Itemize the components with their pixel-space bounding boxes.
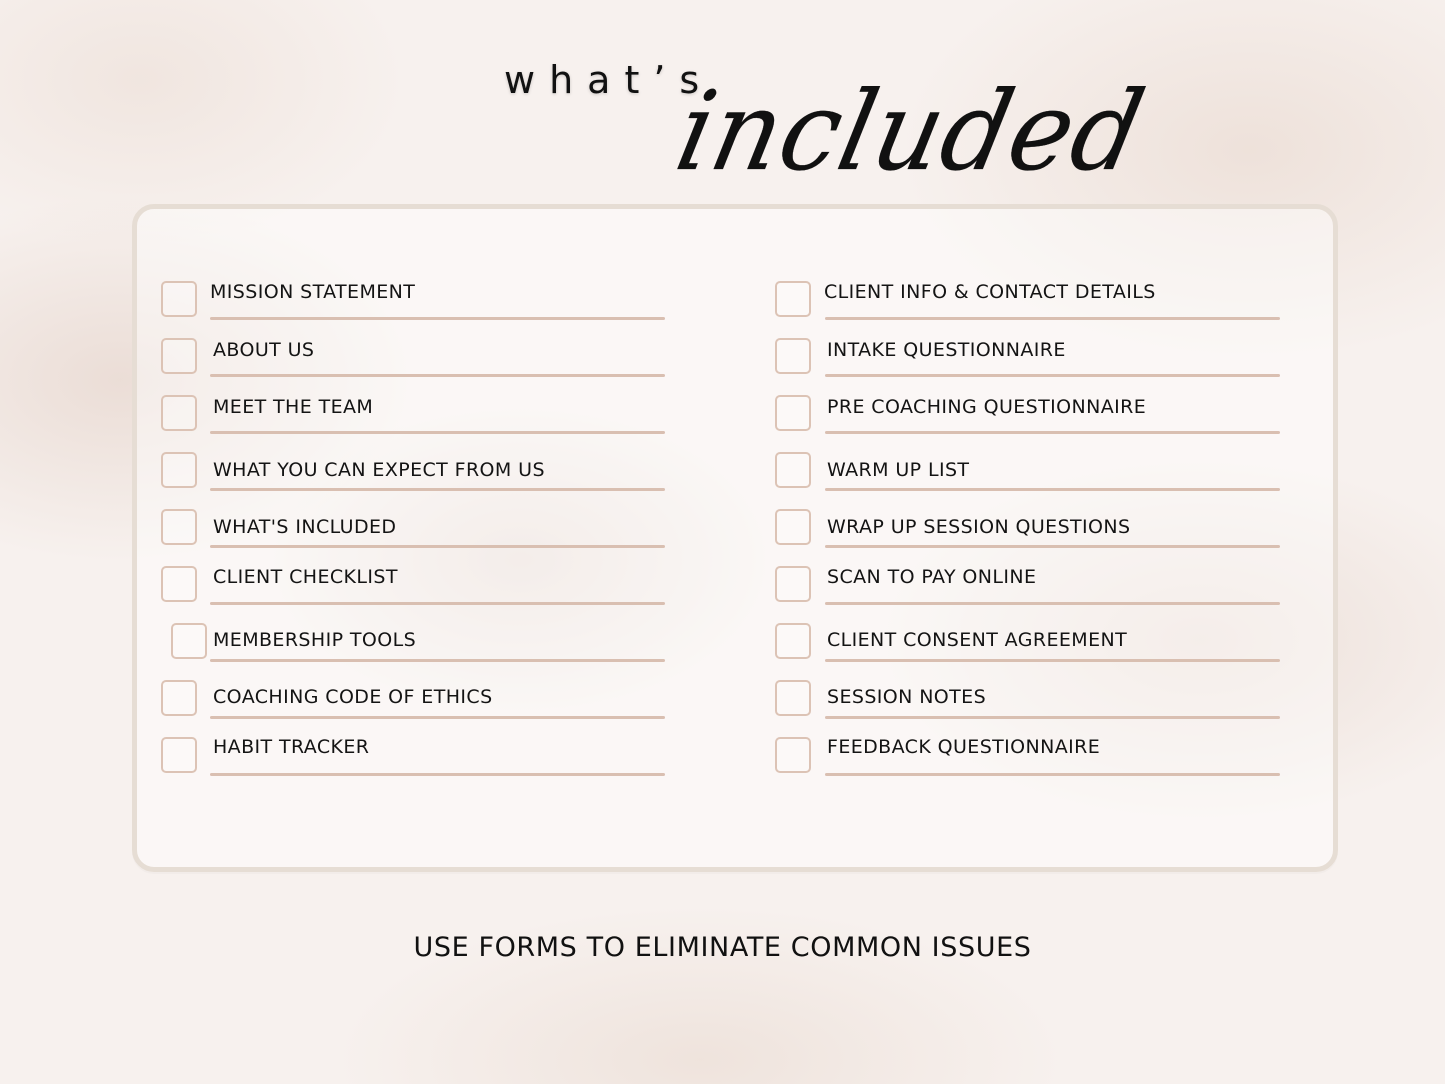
checklist-item-underline [210,659,665,662]
checklist-item-underline [825,374,1280,377]
checkbox[interactable] [775,566,811,602]
checklist-item-label: MISSION STATEMENT [210,281,416,303]
checklist-item-label: MEMBERSHIP TOOLS [213,629,417,651]
checklist-item-underline [825,488,1280,491]
checkbox[interactable] [171,623,207,659]
checklist-item-underline [825,545,1280,548]
footer-tagline: USE FORMS TO ELIMINATE COMMON ISSUES [413,932,1032,963]
checklist-item-label: COACHING CODE OF ETHICS [213,686,493,708]
checklist-item-underline [210,488,665,491]
checklist-item-label: SCAN TO PAY ONLINE [827,566,1037,588]
checkbox[interactable] [161,338,197,374]
checklist-item-underline [825,659,1280,662]
checklist-item-underline [210,773,665,776]
checklist-item-underline [825,317,1280,320]
checklist-item-label: WHAT'S INCLUDED [213,516,397,538]
checklist-item-label: CLIENT INFO & CONTACT DETAILS [824,281,1156,303]
checklist-item-label: MEET THE TEAM [213,396,374,418]
checklist-item-underline [210,431,665,434]
checklist-item-underline [210,317,665,320]
checklist-item-underline [825,431,1280,434]
checkbox[interactable] [161,680,197,716]
checklist-item-label: SESSION NOTES [827,686,987,708]
checklist-item-label: WHAT YOU CAN EXPECT FROM US [213,459,545,481]
heading-included-script: included [666,66,1156,196]
checklist-item-underline [825,773,1280,776]
checklist-item-underline [210,374,665,377]
checklist-card: MISSION STATEMENT ABOUT US MEET THE TEAM WH… [132,204,1338,872]
checkbox[interactable] [161,452,197,488]
checklist-item-underline [210,602,665,605]
heading-whats: what’s [504,58,714,102]
checklist-item-label: INTAKE QUESTIONNAIRE [827,339,1066,361]
checkbox[interactable] [161,281,197,317]
checkbox[interactable] [775,509,811,545]
checklist-item-underline [210,545,665,548]
checklist-item-label: ABOUT US [213,339,315,361]
checklist-item-underline [825,602,1280,605]
checklist-item-label: FEEDBACK QUESTIONNAIRE [827,736,1101,758]
checklist-item-label: HABIT TRACKER [213,736,370,758]
checkbox[interactable] [161,566,197,602]
checklist-item-label: WARM UP LIST [827,459,970,481]
checkbox[interactable] [161,737,197,773]
checklist-item-underline [825,716,1280,719]
checkbox[interactable] [775,395,811,431]
checklist-item-label: CLIENT CONSENT AGREEMENT [827,629,1128,651]
checkbox[interactable] [161,509,197,545]
checkbox[interactable] [775,623,811,659]
checkbox[interactable] [775,281,811,317]
checklist-item-label: WRAP UP SESSION QUESTIONS [827,516,1131,538]
checklist-item-label: CLIENT CHECKLIST [213,566,398,588]
checklist-item-underline [210,716,665,719]
checkbox[interactable] [775,737,811,773]
checkbox[interactable] [775,338,811,374]
checkbox[interactable] [775,680,811,716]
checklist-item-label: PRE COACHING QUESTIONNAIRE [827,396,1147,418]
checkbox[interactable] [775,452,811,488]
checkbox[interactable] [161,395,197,431]
